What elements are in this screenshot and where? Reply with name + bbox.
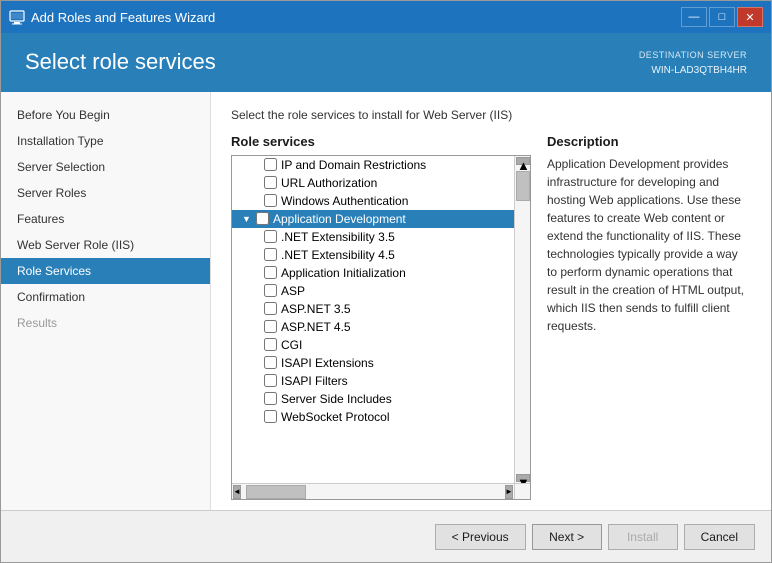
checkbox-windows-auth[interactable]	[264, 194, 277, 207]
server-info: DESTINATION SERVER WIN-LAD3QTBH4HR	[639, 49, 747, 78]
server-name: WIN-LAD3QTBH4HR	[639, 63, 747, 78]
tree-item-net-ext-45[interactable]: .NET Extensibility 4.5	[232, 246, 530, 264]
window-title: Add Roles and Features Wizard	[31, 10, 215, 25]
checkbox-aspnet-45[interactable]	[264, 320, 277, 333]
title-bar-controls: — □ ✕	[681, 7, 763, 27]
main-columns: Role services IP and Domain Restrictions	[231, 134, 751, 501]
title-bar-left: Add Roles and Features Wizard	[9, 9, 215, 25]
sidebar-item-confirmation[interactable]: Confirmation	[1, 284, 210, 310]
minimize-button[interactable]: —	[681, 7, 707, 27]
close-button[interactable]: ✕	[737, 7, 763, 27]
scroll-left-arrow[interactable]: ◄	[233, 485, 241, 499]
checkbox-url-auth[interactable]	[264, 176, 277, 189]
label-isapi-ext: ISAPI Extensions	[281, 356, 374, 370]
label-aspnet-45: ASP.NET 4.5	[281, 320, 351, 334]
sidebar-item-results: Results	[1, 310, 210, 336]
tree-item-net-ext-35[interactable]: .NET Extensibility 3.5	[232, 228, 530, 246]
install-button[interactable]: Install	[608, 524, 678, 550]
tree-item-isapi-filters[interactable]: ISAPI Filters	[232, 372, 530, 390]
scrollbar-vertical[interactable]: ▲ ▼	[514, 156, 530, 484]
scroll-right-arrow[interactable]: ►	[505, 485, 513, 499]
tree-item-url-auth[interactable]: URL Authorization	[232, 174, 530, 192]
main-description: Select the role services to install for …	[231, 108, 751, 122]
scroll-h-thumb[interactable]	[246, 485, 306, 499]
checkbox-app-init[interactable]	[264, 266, 277, 279]
checkbox-isapi-ext[interactable]	[264, 356, 277, 369]
description-text: Application Development provides infrast…	[547, 155, 751, 335]
tree-scroll[interactable]: IP and Domain Restrictions URL Authoriza…	[232, 156, 530, 500]
sidebar-item-web-server-role[interactable]: Web Server Role (IIS)	[1, 232, 210, 258]
scrollbar-horizontal[interactable]: ◄ ►	[232, 483, 514, 499]
checkbox-aspnet-35[interactable]	[264, 302, 277, 315]
page-title: Select role services	[25, 49, 216, 75]
tree-item-websocket[interactable]: WebSocket Protocol	[232, 408, 530, 426]
description-panel: Description Application Development prov…	[547, 134, 751, 501]
label-net-ext-35: .NET Extensibility 3.5	[281, 230, 395, 244]
main-window: Add Roles and Features Wizard — □ ✕ Sele…	[0, 0, 772, 563]
tree-item-aspnet-45[interactable]: ASP.NET 4.5	[232, 318, 530, 336]
checkbox-net-ext-45[interactable]	[264, 248, 277, 261]
scroll-down-arrow[interactable]: ▼	[516, 474, 530, 482]
title-bar: Add Roles and Features Wizard — □ ✕	[1, 1, 771, 33]
page-header: Select role services DESTINATION SERVER …	[1, 33, 771, 92]
tree-item-server-side[interactable]: Server Side Includes	[232, 390, 530, 408]
tree-item-isapi-ext[interactable]: ISAPI Extensions	[232, 354, 530, 372]
checkbox-ip-domain[interactable]	[264, 158, 277, 171]
tree-container: IP and Domain Restrictions URL Authoriza…	[231, 155, 531, 501]
app-icon	[9, 9, 25, 25]
tree-item-ip-domain[interactable]: IP and Domain Restrictions	[232, 156, 530, 174]
sidebar-item-server-selection[interactable]: Server Selection	[1, 154, 210, 180]
scroll-up-arrow[interactable]: ▲	[516, 157, 530, 165]
tree-item-app-dev[interactable]: ▼ Application Development	[232, 210, 530, 228]
next-button[interactable]: Next >	[532, 524, 602, 550]
cancel-button[interactable]: Cancel	[684, 524, 755, 550]
content-area: Before You Begin Installation Type Serve…	[1, 92, 771, 511]
tree-item-windows-auth[interactable]: Windows Authentication	[232, 192, 530, 210]
checkbox-isapi-filters[interactable]	[264, 374, 277, 387]
label-net-ext-45: .NET Extensibility 4.5	[281, 248, 395, 262]
tree-item-aspnet-35[interactable]: ASP.NET 3.5	[232, 300, 530, 318]
server-label: DESTINATION SERVER	[639, 49, 747, 63]
role-services-header: Role services	[231, 134, 531, 149]
checkbox-net-ext-35[interactable]	[264, 230, 277, 243]
tree-item-asp[interactable]: ASP	[232, 282, 530, 300]
label-asp: ASP	[281, 284, 305, 298]
scrollbar-corner	[514, 483, 530, 499]
checkbox-websocket[interactable]	[264, 410, 277, 423]
label-app-init: Application Initialization	[281, 266, 406, 280]
checkbox-app-dev[interactable]	[256, 212, 269, 225]
sidebar-item-before-you-begin[interactable]: Before You Begin	[1, 102, 210, 128]
role-services-panel: Role services IP and Domain Restrictions	[231, 134, 531, 501]
sidebar-item-role-services[interactable]: Role Services	[1, 258, 210, 284]
expand-icon-app-dev: ▼	[242, 214, 254, 224]
main-content: Select the role services to install for …	[211, 92, 771, 511]
label-cgi: CGI	[281, 338, 302, 352]
sidebar-item-features[interactable]: Features	[1, 206, 210, 232]
maximize-button[interactable]: □	[709, 7, 735, 27]
tree-item-app-init[interactable]: Application Initialization	[232, 264, 530, 282]
checkbox-asp[interactable]	[264, 284, 277, 297]
previous-button[interactable]: < Previous	[435, 524, 526, 550]
sidebar-item-server-roles[interactable]: Server Roles	[1, 180, 210, 206]
label-isapi-filters: ISAPI Filters	[281, 374, 348, 388]
label-url-auth: URL Authorization	[281, 176, 377, 190]
label-windows-auth: Windows Authentication	[281, 194, 408, 208]
label-server-side: Server Side Includes	[281, 392, 392, 406]
scroll-thumb[interactable]	[516, 171, 530, 201]
label-aspnet-35: ASP.NET 3.5	[281, 302, 351, 316]
sidebar-item-installation-type[interactable]: Installation Type	[1, 128, 210, 154]
checkbox-cgi[interactable]	[264, 338, 277, 351]
tree-item-cgi[interactable]: CGI	[232, 336, 530, 354]
label-websocket: WebSocket Protocol	[281, 410, 390, 424]
label-app-dev: Application Development	[273, 212, 406, 226]
footer: < Previous Next > Install Cancel	[1, 510, 771, 562]
sidebar: Before You Begin Installation Type Serve…	[1, 92, 211, 511]
description-header: Description	[547, 134, 751, 149]
checkbox-server-side[interactable]	[264, 392, 277, 405]
label-ip-domain: IP and Domain Restrictions	[281, 158, 426, 172]
